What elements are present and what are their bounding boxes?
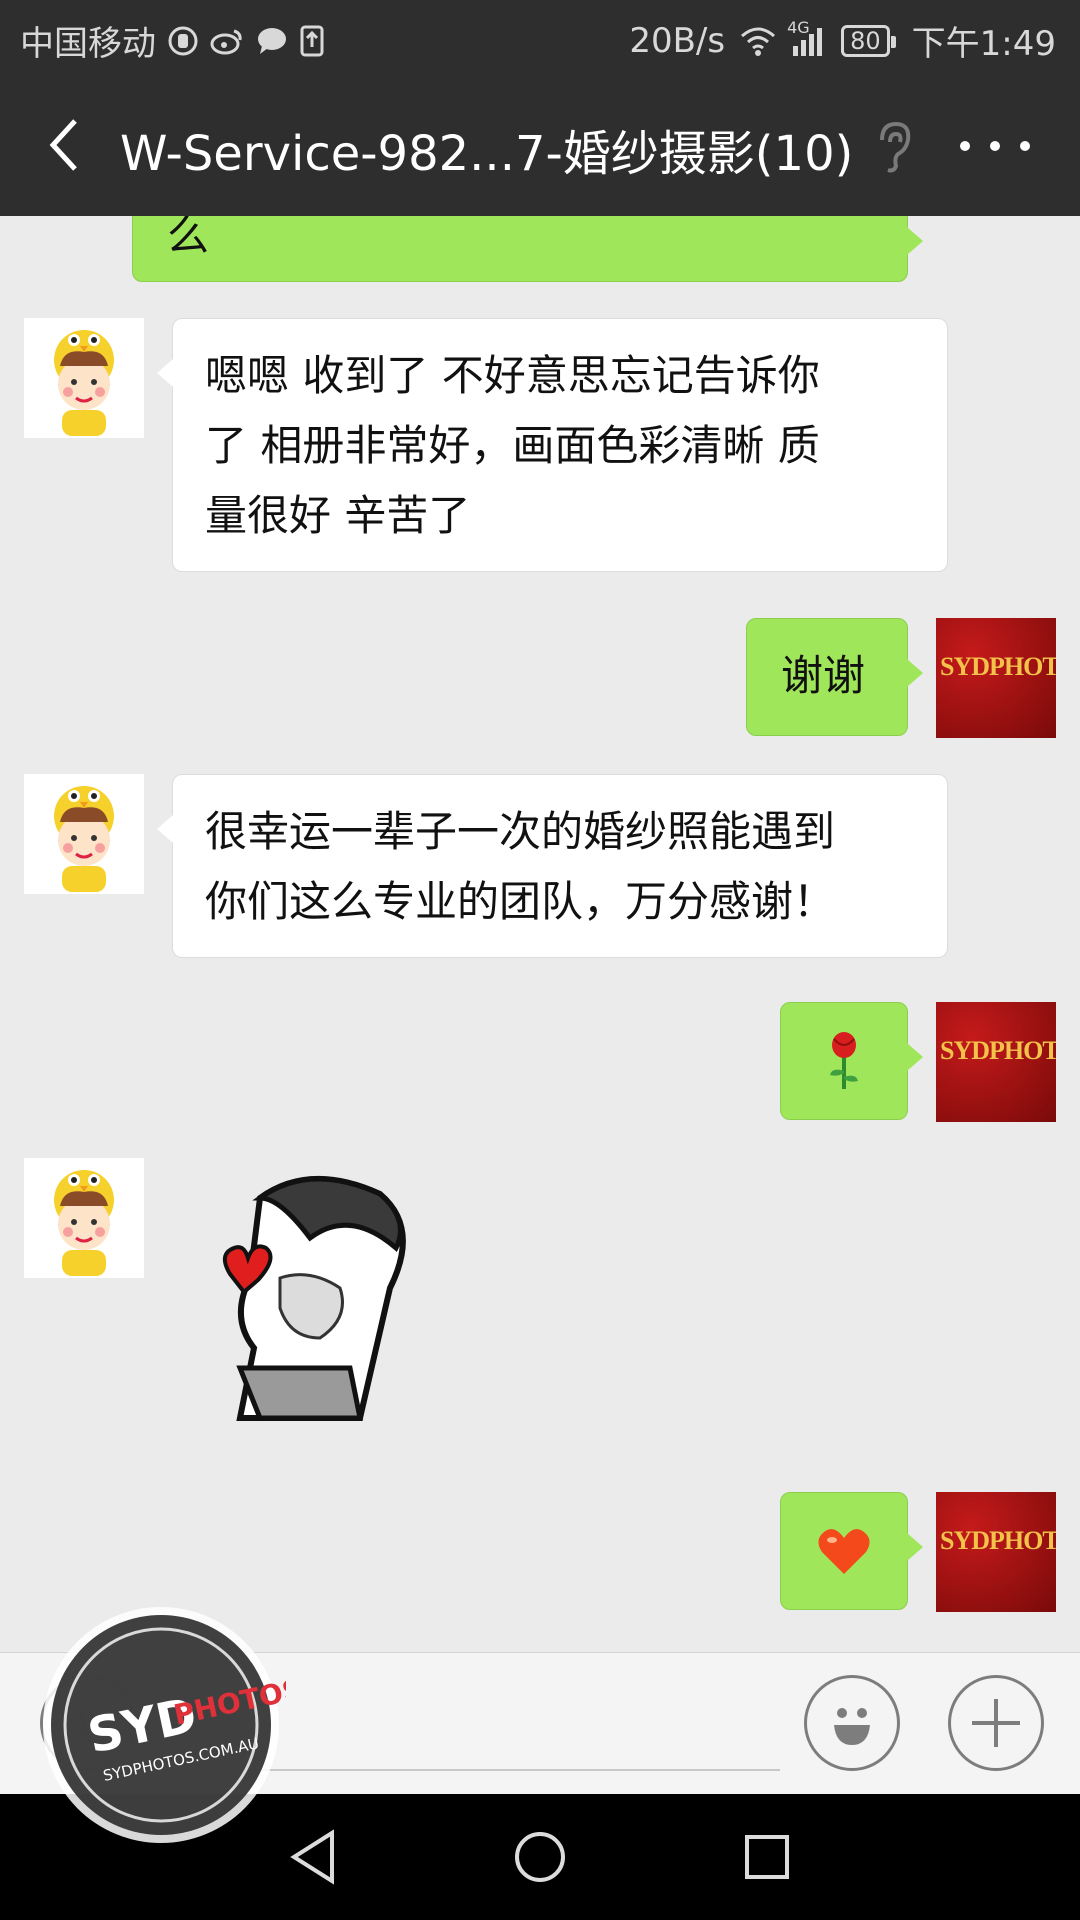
message-icon [256, 26, 288, 56]
message-text: 么 [167, 216, 210, 260]
triangle-back-icon [290, 1829, 335, 1885]
back-button[interactable] [30, 110, 100, 180]
chat-header: W-Service-982...7-婚纱摄影(10) [0, 74, 1080, 216]
avatar-me[interactable]: SYDPHOTOS [936, 618, 1056, 738]
message-bubble-in[interactable]: 嗯嗯 收到了 不好意思忘记告诉你 了 相册非常好，画面色彩清晰 质 量很好 辛苦… [157, 318, 948, 572]
more-dot [990, 141, 1000, 151]
message-text: 谢谢 [781, 651, 866, 700]
more-button[interactable] [960, 128, 1030, 164]
message-bubble-out[interactable] [780, 1002, 923, 1120]
rose-icon [830, 1032, 858, 1089]
avatar-brand-label: SYDPHOTOS [940, 652, 1056, 681]
ear-icon[interactable] [868, 120, 918, 174]
avatar-me[interactable]: SYDPHOTOS [936, 1002, 1056, 1122]
more-dot [1020, 141, 1030, 151]
avatar-other[interactable] [24, 318, 144, 438]
chat-title: W-Service-982...7-婚纱摄影(10) [120, 126, 854, 182]
network-speed: 20B/s [629, 20, 726, 61]
message-line: 你们这么专业的团队，万分感谢！ [205, 877, 836, 926]
heart-sticker[interactable] [200, 1168, 430, 1421]
message-bubble-out[interactable] [780, 1492, 923, 1610]
plus-button[interactable] [948, 1675, 1044, 1771]
signal-icon: 4G [787, 18, 827, 56]
heart-icon [818, 1529, 870, 1574]
carrier-label: 中国移动 [20, 24, 156, 64]
avatar-brand-label: SYDPHOTOS [940, 1036, 1056, 1065]
smiley-icon [834, 1708, 870, 1745]
square-recents-icon [744, 1835, 789, 1879]
watermark-logo: SYD PHOTOS SYDPHOTOS.COM.AU [36, 1600, 306, 1850]
status-bar: 中国移动 20B/s 4G 80 下午1:49 [0, 0, 1080, 74]
weibo-icon [210, 27, 244, 55]
network-type: 4G [787, 17, 810, 37]
message-line: 了 相册非常好，画面色彩清晰 质 [205, 421, 820, 470]
nav-back-button[interactable] [278, 1822, 348, 1892]
plus-icon [972, 1699, 1020, 1747]
chevron-left-icon [49, 119, 77, 171]
message-list[interactable]: 么 嗯嗯 收到了 不好意思忘记告诉你 了 相册非常好，画面色彩清晰 质 量很好 … [0, 216, 1080, 1652]
wifi-icon [739, 26, 777, 56]
avatar-me[interactable]: SYDPHOTOS [936, 1492, 1056, 1612]
nav-home-button[interactable] [505, 1822, 575, 1892]
avatar-brand-label: SYDPHOTOS [940, 1526, 1056, 1555]
message-bubble-in[interactable]: 很幸运一辈子一次的婚纱照能遇到 你们这么专业的团队，万分感谢！ [157, 774, 948, 958]
upload-icon [300, 25, 324, 57]
status-left: 中国移动 [20, 16, 324, 65]
message-bubble-out[interactable]: 么 [132, 216, 923, 282]
avatar-other[interactable] [24, 1158, 144, 1278]
nav-recents-button[interactable] [732, 1822, 802, 1892]
more-dot [960, 141, 970, 151]
emoji-button[interactable] [804, 1675, 900, 1771]
clock: 下午1:49 [911, 24, 1056, 64]
message-line: 量很好 辛苦了 [205, 491, 471, 540]
avatar-other[interactable] [24, 774, 144, 894]
message-bubble-out[interactable]: 谢谢 [746, 618, 923, 736]
status-right: 20B/s 4G 80 下午1:49 [629, 16, 1056, 65]
battery-indicator: 80 [841, 24, 896, 57]
circle-home-icon [514, 1832, 565, 1882]
message-line: 嗯嗯 收到了 不好意思忘记告诉你 [205, 351, 820, 400]
hand-icon [168, 26, 198, 56]
message-line: 很幸运一辈子一次的婚纱照能遇到 [205, 807, 836, 856]
